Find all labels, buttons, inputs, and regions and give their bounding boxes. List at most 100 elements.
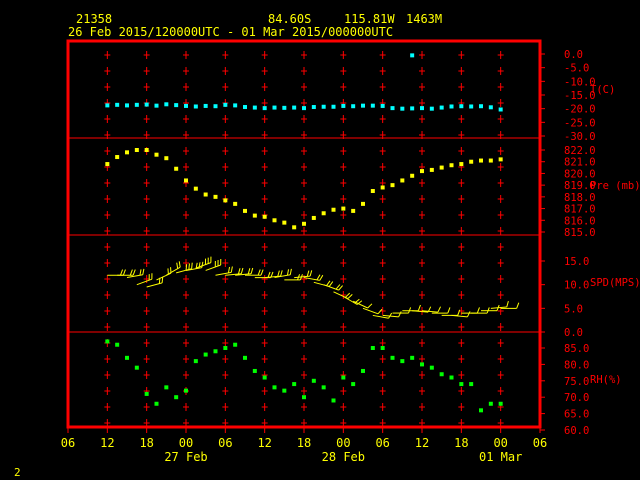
- pres-point: [174, 166, 179, 171]
- temp-point: [498, 107, 503, 112]
- wind-barb-feather: [466, 311, 471, 318]
- pres-point: [410, 173, 415, 178]
- temp-point: [380, 103, 385, 108]
- y-tick-label: 70.0: [564, 392, 589, 404]
- temp-point: [390, 106, 395, 111]
- wind-barb-feather: [338, 285, 343, 291]
- y-tick-label: 821.0: [564, 157, 596, 169]
- rh-point: [479, 408, 483, 413]
- pres-point: [262, 214, 267, 219]
- wind-barb-feather: [328, 281, 334, 287]
- pres-point: [380, 185, 385, 190]
- pres-point: [400, 178, 405, 183]
- temp-point: [252, 105, 257, 110]
- wind-barb-feather: [250, 267, 254, 274]
- wind-barb-feather: [191, 262, 193, 269]
- pres-point: [302, 221, 306, 226]
- wind-barb-feather: [319, 274, 324, 281]
- wind-barb: [490, 301, 509, 309]
- wind-barb: [402, 304, 421, 312]
- temp-point: [243, 105, 247, 110]
- y-tick-label: 80.0: [564, 359, 589, 371]
- rh-point: [233, 342, 238, 347]
- wind-barb: [352, 300, 373, 309]
- x-date-label: 27 Feb: [164, 450, 207, 464]
- wind-barb-feather: [398, 311, 402, 318]
- temp-point: [203, 103, 208, 108]
- pres-point: [144, 148, 149, 152]
- wind-barb-feather: [280, 270, 283, 277]
- y-tick-label: 65.0: [564, 409, 589, 421]
- temp-point: [144, 102, 149, 107]
- page-number: 2: [14, 466, 21, 479]
- x-tick-label: 06: [61, 436, 75, 450]
- pres-point: [361, 201, 365, 206]
- pres-point: [292, 225, 297, 230]
- pres-point: [370, 189, 375, 193]
- pres-point: [390, 183, 395, 188]
- temp-point: [469, 104, 474, 109]
- wind-barb-feather: [347, 293, 353, 299]
- wind-barb-feather: [260, 269, 264, 276]
- rh-point: [488, 401, 493, 406]
- pres-point: [479, 158, 483, 163]
- y-tick-label: 0.0: [564, 49, 583, 61]
- temp-point: [331, 104, 336, 109]
- rh-point: [302, 395, 306, 400]
- rh-point: [134, 365, 139, 370]
- pres-point: [282, 220, 287, 225]
- y-tick-label: -25.0: [564, 117, 596, 129]
- wind-barb-feather: [139, 269, 142, 276]
- rh-point: [282, 388, 287, 393]
- wind-barb-feather: [316, 274, 321, 281]
- wind-barb-feather: [335, 284, 341, 290]
- temp-point: [125, 103, 129, 108]
- x-tick-label: 06: [218, 436, 232, 450]
- wind-barb-feather: [132, 269, 136, 276]
- wind-barb: [215, 266, 233, 276]
- temp-point: [302, 106, 306, 111]
- panel-label-pres: Pre (mb): [590, 180, 640, 192]
- rh-point: [459, 382, 464, 387]
- rh-point: [292, 382, 297, 387]
- temp-point: [341, 103, 346, 108]
- pres-point: [498, 157, 503, 162]
- temp-point: [351, 104, 356, 109]
- temp-point: [105, 103, 110, 108]
- rh-point: [213, 349, 218, 354]
- temp-point: [311, 105, 316, 110]
- wind-barb-feather: [142, 268, 145, 275]
- pres-point: [469, 159, 474, 164]
- panel-label-temp: T(C): [590, 84, 615, 96]
- pres-point: [233, 201, 238, 206]
- x-tick-label: 00: [336, 436, 350, 450]
- temp-point: [184, 103, 188, 108]
- pres-point: [164, 156, 169, 161]
- rh-point: [420, 362, 424, 367]
- rh-point: [243, 355, 247, 360]
- pres-point: [213, 194, 218, 199]
- wind-barb-feather: [201, 261, 204, 268]
- wind-barb-feather: [367, 303, 373, 309]
- rh-point: [174, 395, 179, 400]
- pres-point: [439, 165, 444, 170]
- wind-barb: [117, 269, 136, 276]
- temp-point: [488, 105, 493, 110]
- rh-point: [439, 372, 444, 377]
- pres-point: [351, 208, 356, 213]
- y-tick-label: 85.0: [564, 343, 589, 355]
- wind-barb-feather: [506, 301, 509, 308]
- panel-label-wind: SPD(MPS): [590, 277, 640, 289]
- temp-point: [292, 105, 297, 110]
- rh-point: [390, 355, 395, 360]
- wind-barb-feather: [129, 269, 133, 276]
- wind-barb-shaft: [382, 314, 399, 318]
- temp-point: [459, 104, 464, 109]
- rh-point: [331, 398, 336, 403]
- temp-point: [400, 106, 405, 111]
- wind-barb: [323, 284, 343, 291]
- temp-point: [449, 104, 454, 109]
- rh-point: [311, 378, 316, 383]
- x-tick-label: 18: [297, 436, 311, 450]
- rh-point: [449, 375, 454, 380]
